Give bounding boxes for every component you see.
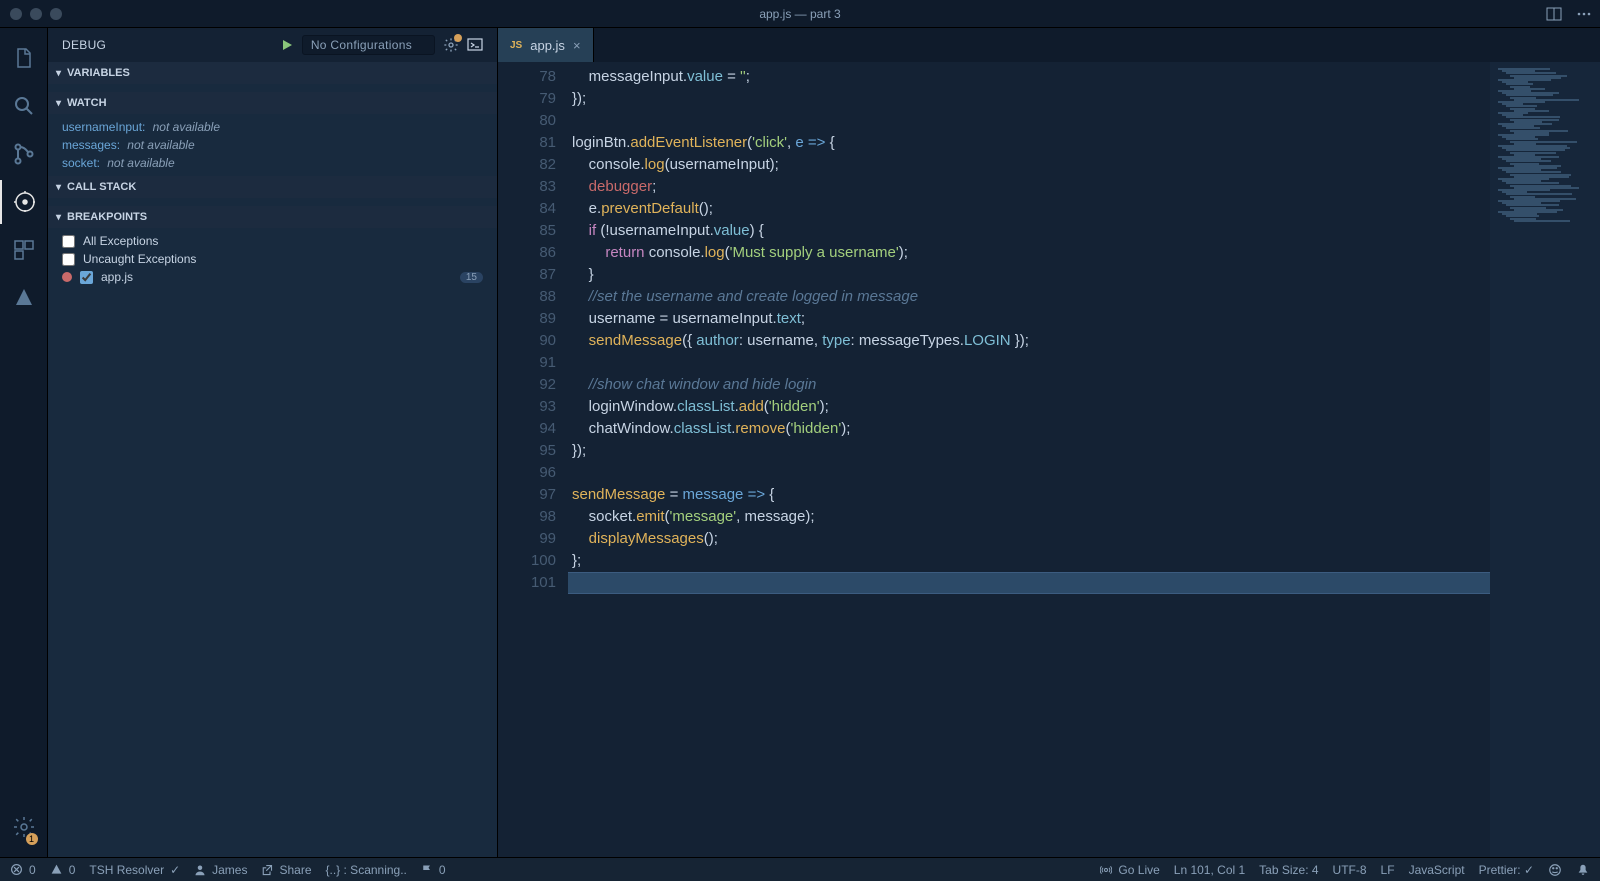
titlebar: app.js — part 3 [0,0,1600,28]
status-flag[interactable]: 0 [421,863,446,877]
debug-console-icon[interactable] [467,37,483,53]
breakpoint-dot-icon [62,272,72,282]
breakpoint-checkbox[interactable] [62,253,75,266]
variables-section-header[interactable]: VARIABLES [48,62,497,84]
status-resolver[interactable]: TSH Resolver ✓ [89,863,180,877]
status-cursor[interactable]: Ln 101, Col 1 [1174,863,1245,877]
breakpoint-checkbox[interactable] [62,235,75,248]
debug-icon[interactable] [0,180,48,224]
status-golive[interactable]: Go Live [1100,863,1159,877]
debug-config-select[interactable]: No Configurations [302,35,435,55]
js-file-icon: JS [510,40,522,51]
line-gutter: 7879808182838485868788899091929394959697… [498,62,568,857]
status-eol[interactable]: LF [1381,863,1395,877]
debug-settings-icon[interactable] [443,37,459,53]
status-liveshare-user[interactable]: James [194,863,247,877]
status-encoding[interactable]: UTF-8 [1333,863,1367,877]
watch-expression[interactable]: usernameInput: not available [48,118,497,136]
watch-expression[interactable]: socket: not available [48,154,497,172]
close-tab-icon[interactable]: × [573,38,581,53]
minimap[interactable] [1490,62,1600,857]
tab-app-js[interactable]: JS app.js × [498,28,594,62]
status-language[interactable]: JavaScript [1409,863,1465,877]
settings-badge: 1 [26,833,38,845]
status-tabsize[interactable]: Tab Size: 4 [1259,863,1318,877]
breakpoint-line-badge: 15 [460,272,483,283]
breakpoint-file[interactable]: app.js 15 [48,268,497,286]
azure-icon[interactable] [0,276,48,320]
more-actions-icon[interactable] [1576,6,1592,22]
status-scanning[interactable]: {..} : Scanning.. [326,863,407,877]
status-prettier[interactable]: Prettier: ✓ [1479,863,1534,877]
callstack-section-header[interactable]: CALL STACK [48,176,497,198]
start-debug-icon[interactable] [280,38,294,52]
status-feedback-icon[interactable] [1548,863,1562,877]
settings-gear-icon[interactable]: 1 [0,805,48,849]
explorer-icon[interactable] [0,36,48,80]
code-editor[interactable]: 7879808182838485868788899091929394959697… [498,62,1600,857]
status-bar: 0 0 TSH Resolver ✓ James Share {..} : Sc… [0,857,1600,881]
breakpoint-checkbox[interactable] [80,271,93,284]
breakpoint-uncaught-exceptions[interactable]: Uncaught Exceptions [48,250,497,268]
status-liveshare-share[interactable]: Share [261,863,311,877]
activity-bar: 1 [0,28,48,857]
window-title: app.js — part 3 [0,7,1600,21]
editor-area: JS app.js × 7879808182838485868788899091… [498,28,1600,857]
split-editor-icon[interactable] [1546,6,1562,22]
breakpoints-section-header[interactable]: BREAKPOINTS [48,206,497,228]
code-content[interactable]: messageInput.value = '';}); loginBtn.add… [568,62,1490,857]
watch-expression[interactable]: messages: not available [48,136,497,154]
tab-label: app.js [530,38,565,53]
watch-section-header[interactable]: WATCH [48,92,497,114]
status-bell-icon[interactable] [1576,863,1590,877]
tab-bar: JS app.js × [498,28,1600,62]
source-control-icon[interactable] [0,132,48,176]
status-errors[interactable]: 0 [10,863,36,877]
breakpoint-all-exceptions[interactable]: All Exceptions [48,232,497,250]
debug-sidebar: DEBUG No Configurations VARIABLES WATCH … [48,28,498,857]
extensions-icon[interactable] [0,228,48,272]
search-icon[interactable] [0,84,48,128]
status-warnings[interactable]: 0 [50,863,76,877]
sidebar-title: DEBUG [62,38,106,52]
